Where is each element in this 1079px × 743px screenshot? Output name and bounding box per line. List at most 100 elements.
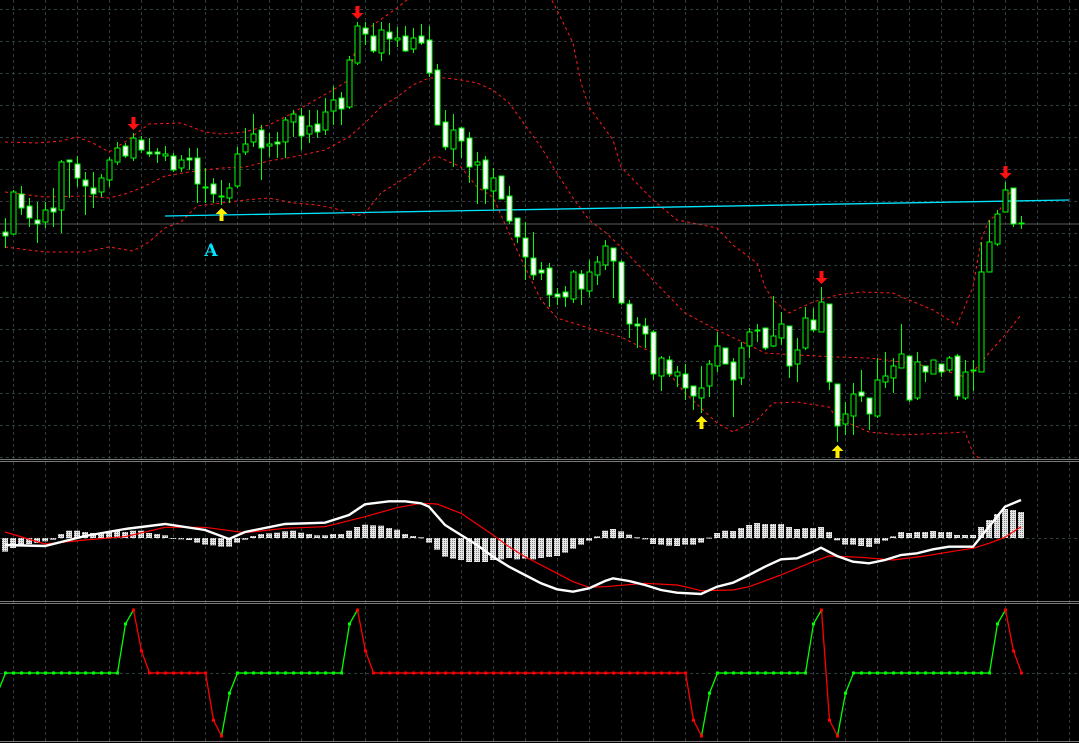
oscillator-point (380, 671, 383, 675)
candle (994, 210, 1001, 246)
oscillator-point (940, 671, 943, 675)
oscillator-point (548, 671, 551, 675)
bull-candle-body (42, 209, 49, 223)
oscillator-point (868, 671, 871, 675)
oscillator-point (52, 671, 55, 675)
macd-histogram-bar (1002, 509, 1008, 538)
oscillator-point (780, 671, 783, 675)
bear-candle-body (530, 257, 537, 276)
bear-candle-body (314, 123, 321, 133)
macd-histogram-bar (834, 538, 840, 541)
macd-histogram-bar (442, 538, 448, 557)
bear-candle-body (922, 365, 929, 373)
macd-histogram-bar (738, 528, 744, 538)
macd-histogram-bar (50, 538, 56, 540)
macd-histogram-bar (242, 538, 248, 540)
oscillator-point (980, 671, 983, 675)
bear-candle-body (786, 325, 793, 367)
macd-histogram-bar (642, 538, 648, 540)
oscillator-point (500, 671, 503, 675)
bear-candle-body (274, 141, 281, 145)
macd-histogram-bar (762, 524, 768, 538)
bear-candle-body (74, 163, 81, 179)
macd-histogram-bar (658, 538, 664, 545)
annotation-label-a[interactable]: A (203, 241, 218, 261)
oscillator-point (188, 671, 191, 675)
oscillator-point (740, 671, 743, 675)
bull-candle-body (738, 347, 745, 379)
oscillator-point (44, 671, 47, 675)
macd-histogram-bar (146, 533, 152, 538)
macd-histogram-bar (626, 534, 632, 538)
macd-histogram-bar (946, 532, 952, 538)
macd-histogram-bar (370, 525, 376, 538)
oscillator-point (260, 671, 263, 675)
oscillator-point (428, 671, 431, 675)
macd-histogram-bar (602, 530, 608, 538)
oscillator-point (468, 671, 471, 675)
oscillator-point (676, 671, 679, 675)
candle (762, 327, 769, 350)
bear-candle-body (338, 97, 345, 110)
oscillator-point (996, 622, 999, 626)
bear-candle-body (682, 373, 689, 389)
bull-candle-body (602, 245, 609, 266)
bear-candle-body (954, 355, 961, 397)
bull-candle-body (178, 159, 185, 169)
bear-candle-body (138, 139, 145, 151)
trading-chart[interactable]: A (0, 0, 1079, 743)
oscillator-point (156, 671, 159, 675)
oscillator-point (660, 671, 663, 675)
macd-histogram-bar (58, 534, 64, 538)
macd-histogram-bar (234, 538, 240, 543)
bull-candle-body (970, 369, 977, 372)
macd-histogram-bar (450, 538, 456, 559)
oscillator-point (124, 622, 127, 626)
bear-candle-body (18, 193, 25, 209)
macd-histogram-bar (914, 532, 920, 538)
bull-candle-body (978, 271, 985, 373)
bear-candle-body (418, 35, 425, 44)
macd-histogram-bar (394, 529, 400, 538)
oscillator-point (772, 671, 775, 675)
macd-histogram-bar (938, 532, 944, 538)
oscillator-point (668, 671, 671, 675)
oscillator-point (924, 671, 927, 675)
macd-histogram-bar (850, 538, 856, 545)
bull-candle-body (962, 371, 969, 399)
oscillator-point (964, 671, 967, 675)
bull-candle-body (818, 301, 825, 333)
bull-candle-body (930, 359, 937, 375)
oscillator-point (388, 671, 391, 675)
oscillator-point (708, 691, 711, 695)
oscillator-point (100, 671, 103, 675)
bull-candle-body (754, 329, 761, 332)
oscillator-point (724, 671, 727, 675)
oscillator-point (196, 671, 199, 675)
macd-histogram-bar (674, 538, 680, 546)
bull-candle-body (674, 371, 681, 377)
macd-histogram-bar (650, 538, 656, 544)
bull-candle-body (226, 187, 233, 199)
oscillator-point (756, 671, 759, 675)
bear-candle-body (938, 363, 945, 373)
oscillator-point (84, 671, 87, 675)
oscillator-point (404, 671, 407, 675)
bull-candle-body (874, 379, 881, 417)
oscillator-point (692, 718, 695, 722)
macd-histogram-bar (10, 538, 16, 548)
macd-histogram-bar (210, 538, 216, 546)
oscillator-point (268, 671, 271, 675)
macd-histogram-bar (378, 525, 384, 538)
bear-candle-body (498, 175, 505, 200)
macd-histogram-bar (514, 538, 520, 560)
oscillator-point (356, 608, 359, 612)
oscillator-point (420, 671, 423, 675)
oscillator-point (916, 671, 919, 675)
oscillator-point (484, 671, 487, 675)
macd-histogram-bar (922, 532, 928, 538)
candle (10, 190, 17, 235)
bear-candle-body (122, 145, 129, 157)
bull-candle-body (706, 363, 713, 387)
candle (930, 359, 937, 375)
